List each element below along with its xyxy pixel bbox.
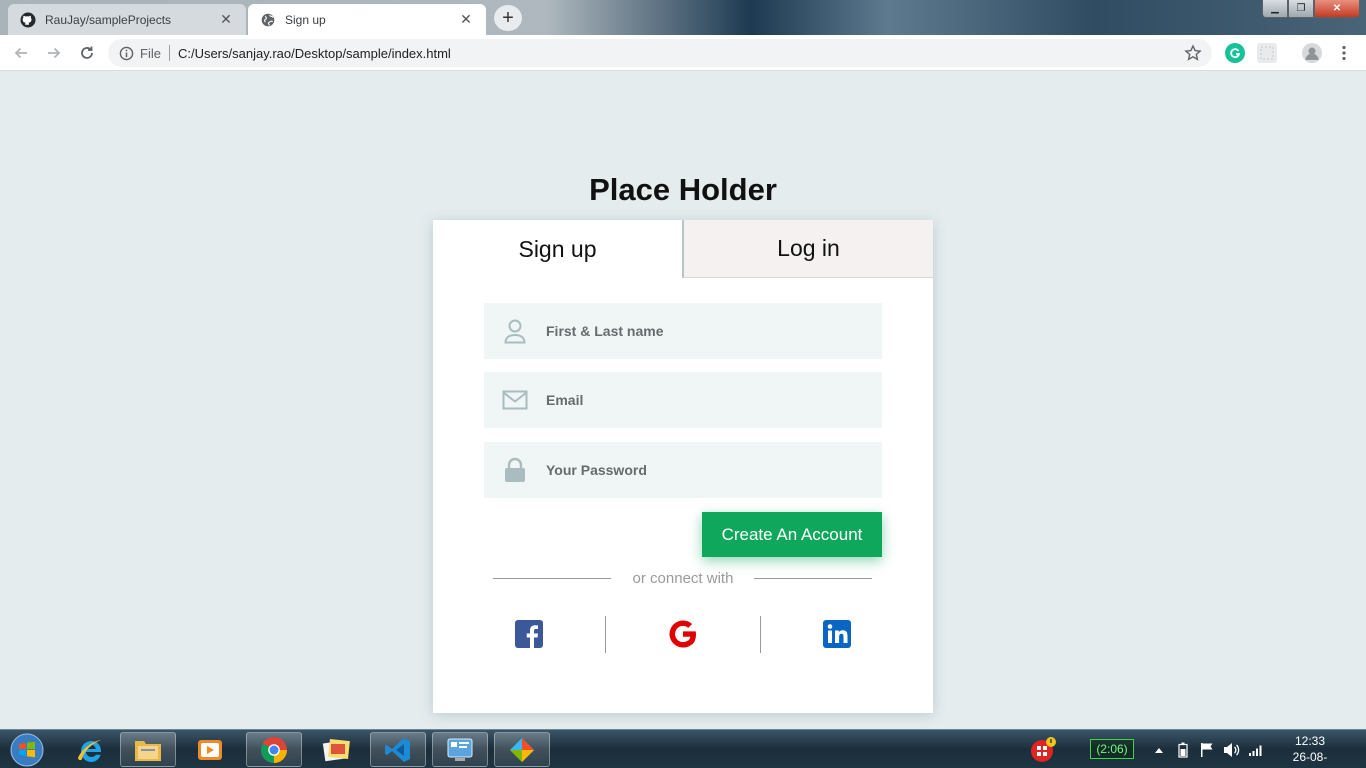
internet-explorer-icon[interactable] bbox=[62, 732, 118, 767]
url-text: C:/Users/sanjay.rao/Desktop/sample/index… bbox=[177, 45, 451, 61]
user-icon bbox=[484, 303, 546, 359]
tab-login-form[interactable]: Log in bbox=[682, 220, 933, 278]
address-bar[interactable]: File C:/Users/sanjay.rao/Desktop/sample/… bbox=[108, 39, 1212, 67]
browser-toolbar: File C:/Users/sanjay.rao/Desktop/sample/… bbox=[0, 35, 1366, 71]
name-field bbox=[484, 303, 882, 359]
snipping-tool-icon[interactable] bbox=[494, 732, 550, 767]
close-icon[interactable]: ✕ bbox=[218, 11, 234, 28]
github-icon bbox=[20, 12, 36, 28]
menu-icon[interactable] bbox=[1334, 43, 1354, 63]
reload-icon[interactable] bbox=[75, 41, 99, 65]
divider-line-right bbox=[754, 578, 872, 579]
close-icon[interactable]: ✕ bbox=[458, 11, 474, 28]
name-input[interactable] bbox=[546, 303, 866, 359]
clock-date: 26-08-2019 bbox=[1292, 750, 1328, 768]
chrome-icon[interactable] bbox=[246, 732, 302, 767]
media-player-icon[interactable] bbox=[182, 732, 238, 767]
signup-card: Sign up Log in Create An Account or conn… bbox=[433, 220, 933, 713]
tab-sampleprojects[interactable]: RauJay/sampleProjects ✕ bbox=[8, 4, 246, 35]
battery-icon[interactable] bbox=[1174, 732, 1192, 767]
tray-expand-icon[interactable] bbox=[1150, 732, 1168, 767]
social-divider bbox=[760, 616, 761, 653]
google-icon[interactable] bbox=[663, 616, 703, 652]
vscode-icon[interactable] bbox=[370, 732, 426, 767]
lock-icon bbox=[484, 442, 546, 498]
control-panel-icon[interactable] bbox=[432, 732, 488, 767]
taskbar: (2:06) 12:33 26-08-2019 bbox=[0, 729, 1366, 768]
info-icon[interactable] bbox=[118, 45, 134, 61]
url-scheme: File bbox=[140, 45, 161, 61]
password-input[interactable] bbox=[546, 442, 866, 498]
minimize-icon[interactable]: ▁ bbox=[1262, 0, 1288, 18]
battery-timer[interactable]: (2:06) bbox=[1090, 739, 1134, 759]
social-divider bbox=[605, 616, 606, 653]
volume-icon[interactable] bbox=[1222, 732, 1242, 767]
close-window-icon[interactable]: ✕ bbox=[1314, 0, 1360, 18]
browser-tabstrip: RauJay/sampleProjects ✕ Sign up ✕ + ▁ ❐ … bbox=[0, 0, 1366, 35]
email-field bbox=[484, 372, 882, 428]
divider-line-left bbox=[493, 578, 611, 579]
password-field bbox=[484, 442, 882, 498]
grammarly-icon[interactable] bbox=[1225, 43, 1245, 63]
email-input[interactable] bbox=[546, 372, 866, 428]
envelope-icon bbox=[484, 372, 546, 428]
tab-title: RauJay/sampleProjects bbox=[45, 12, 172, 27]
tab-signup-form[interactable]: Sign up bbox=[433, 220, 682, 278]
system-clock[interactable]: 12:33 26-08-2019 bbox=[1280, 733, 1340, 768]
start-button[interactable] bbox=[2, 732, 52, 767]
globe-icon bbox=[260, 12, 276, 28]
clock-time: 12:33 bbox=[1294, 734, 1326, 748]
new-tab-button[interactable]: + bbox=[494, 5, 522, 31]
tab-signup[interactable]: Sign up ✕ bbox=[248, 4, 486, 35]
security-alert-icon[interactable] bbox=[1016, 732, 1070, 767]
bookmark-star-icon[interactable] bbox=[1184, 44, 1202, 62]
extension-icon[interactable] bbox=[1257, 43, 1277, 63]
page-title: Place Holder bbox=[589, 172, 777, 207]
back-icon[interactable] bbox=[9, 41, 33, 65]
create-account-button[interactable]: Create An Account bbox=[702, 512, 882, 557]
profile-icon[interactable] bbox=[1302, 43, 1322, 63]
connect-with-label: or connect with bbox=[632, 570, 734, 587]
forward-icon[interactable] bbox=[42, 41, 66, 65]
photo-app-icon[interactable] bbox=[308, 732, 364, 767]
window-controls: ▁ ❐ ✕ bbox=[1262, 0, 1360, 18]
network-signal-icon[interactable] bbox=[1246, 732, 1266, 767]
tab-title: Sign up bbox=[285, 12, 326, 27]
address-divider bbox=[168, 45, 170, 61]
action-center-flag-icon[interactable] bbox=[1198, 732, 1216, 767]
linkedin-icon[interactable] bbox=[817, 616, 857, 652]
facebook-icon[interactable] bbox=[509, 616, 549, 652]
file-explorer-icon[interactable] bbox=[120, 732, 176, 767]
auth-tabs: Sign up Log in bbox=[433, 220, 933, 278]
maximize-icon[interactable]: ❐ bbox=[1288, 0, 1314, 18]
